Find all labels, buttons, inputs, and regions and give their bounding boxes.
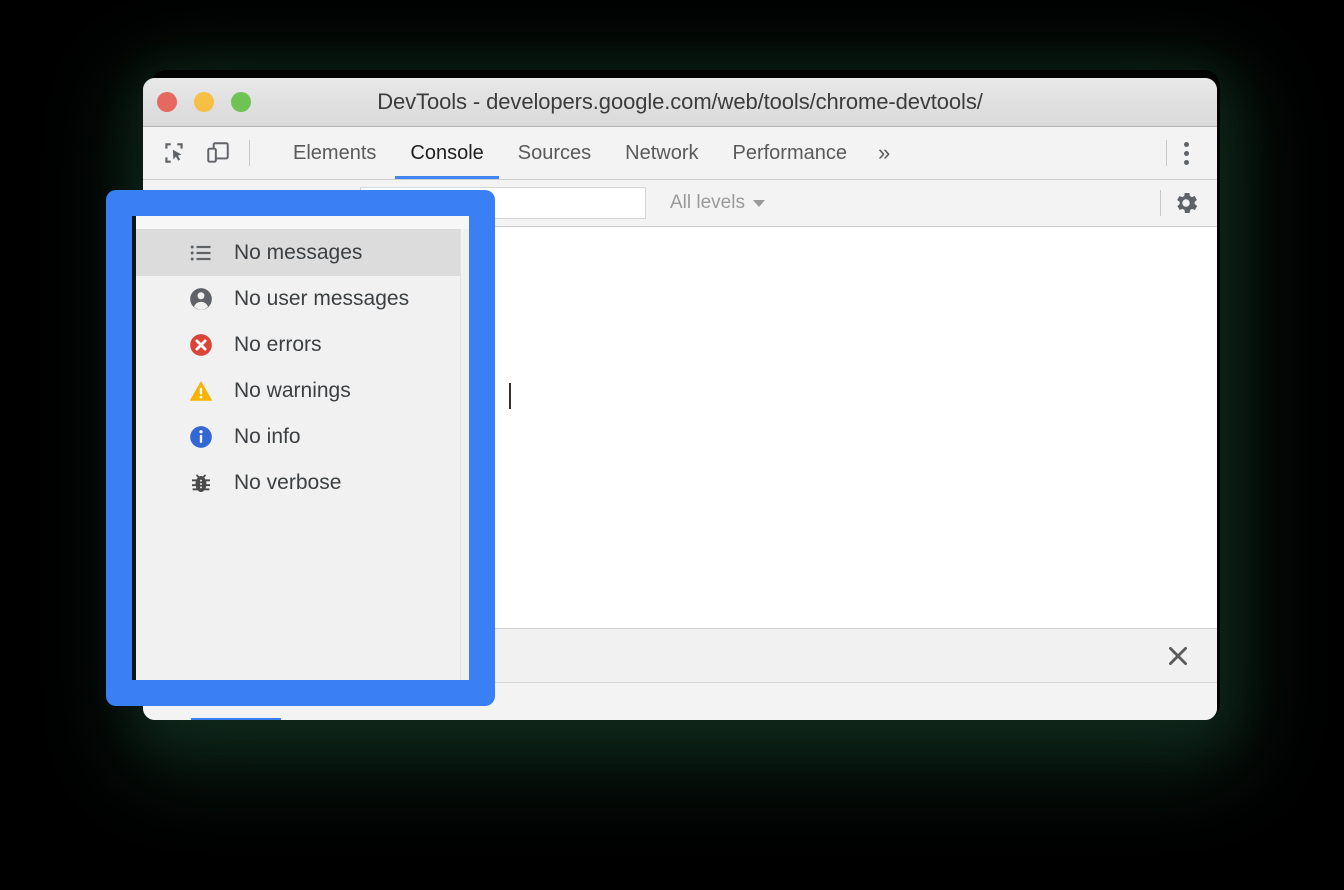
log-level-dropdown[interactable]: All levels bbox=[656, 192, 765, 214]
tab-elements[interactable]: Elements bbox=[276, 127, 393, 179]
close-window-button[interactable] bbox=[157, 92, 177, 112]
person-icon bbox=[188, 286, 214, 312]
filter-placeholder: Filter bbox=[371, 192, 414, 213]
chevron-down-icon bbox=[258, 199, 272, 207]
minimize-window-button[interactable] bbox=[194, 92, 214, 112]
menu-top-strip bbox=[136, 213, 471, 230]
menu-item-no-warnings[interactable]: No warnings bbox=[136, 368, 471, 414]
console-toolbar-right bbox=[1158, 188, 1205, 218]
kebab-dot bbox=[1183, 150, 1189, 156]
zoom-window-button[interactable] bbox=[231, 92, 251, 112]
tab-sources[interactable]: Sources bbox=[501, 127, 608, 179]
kebab-dot bbox=[1183, 141, 1189, 147]
menu-scroll-edge[interactable] bbox=[460, 229, 471, 695]
tab-elements-label: Elements bbox=[293, 141, 377, 164]
more-tabs-chevron-icon[interactable]: » bbox=[864, 127, 904, 179]
menu-item-label: No verbose bbox=[234, 471, 342, 494]
tab-network[interactable]: Network bbox=[608, 127, 715, 179]
warning-icon bbox=[188, 378, 214, 404]
devtools-left-toolbar bbox=[143, 127, 266, 179]
tab-performance[interactable]: Performance bbox=[716, 127, 865, 179]
menu-item-label: No warnings bbox=[234, 379, 351, 402]
close-icon[interactable] bbox=[1161, 639, 1195, 673]
device-toolbar-icon[interactable] bbox=[203, 138, 233, 168]
devtools-panel-bar: Elements Console Sources Network Perform… bbox=[143, 127, 1217, 180]
menu-item-label: No messages bbox=[234, 241, 363, 264]
menu-item-no-verbose[interactable]: No verbose bbox=[136, 460, 471, 506]
inspect-cursor-icon[interactable] bbox=[159, 138, 189, 168]
console-toolbar-divider bbox=[1160, 190, 1161, 216]
window-titlebar: DevTools - developers.google.com/web/too… bbox=[143, 78, 1217, 127]
kebab-dot bbox=[1183, 159, 1189, 165]
tab-performance-label: Performance bbox=[732, 141, 848, 164]
error-icon bbox=[188, 332, 214, 358]
console-sidebar-menu: No messages No user messages No errors N… bbox=[136, 212, 472, 696]
menu-item-no-messages[interactable]: No messages bbox=[136, 230, 471, 276]
panelbar-divider bbox=[1166, 140, 1167, 166]
menu-item-no-info[interactable]: No info bbox=[136, 414, 471, 460]
tab-console-label: Console bbox=[410, 141, 484, 164]
tab-sources-label: Sources bbox=[517, 141, 592, 164]
panel-bar-right bbox=[1164, 127, 1217, 179]
traffic-lights bbox=[143, 92, 251, 112]
tab-network-label: Network bbox=[625, 141, 699, 164]
tab-console[interactable]: Console bbox=[393, 127, 500, 179]
log-level-label: All levels bbox=[670, 192, 745, 213]
menu-item-no-user-messages[interactable]: No user messages bbox=[136, 276, 471, 322]
info-icon bbox=[188, 424, 214, 450]
drawer-status-dot-icon bbox=[163, 695, 177, 709]
list-icon bbox=[188, 240, 214, 266]
chevron-down-icon bbox=[752, 199, 765, 207]
menu-item-no-errors[interactable]: No errors bbox=[136, 322, 471, 368]
menu-item-label: No info bbox=[234, 425, 301, 448]
gear-icon[interactable] bbox=[1171, 188, 1201, 218]
menu-item-label: No errors bbox=[234, 333, 322, 356]
kebab-menu-icon[interactable] bbox=[1169, 136, 1203, 170]
menu-item-label: No user messages bbox=[234, 287, 410, 310]
bug-icon bbox=[188, 470, 214, 496]
window-title: DevTools - developers.google.com/web/too… bbox=[377, 89, 983, 114]
more-tabs-label: » bbox=[878, 140, 891, 165]
toolbar-divider bbox=[249, 140, 250, 166]
console-prompt-caret bbox=[509, 383, 511, 409]
panel-tab-list: Elements Console Sources Network Perform… bbox=[276, 127, 904, 179]
